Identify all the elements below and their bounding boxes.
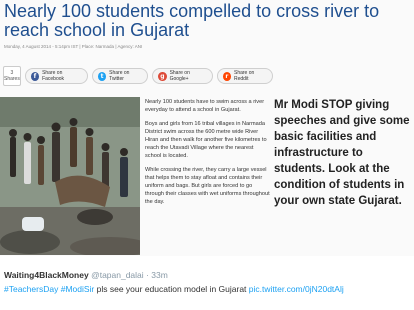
hashtag-teachersday[interactable]: #TeachersDay xyxy=(4,284,58,294)
share-count: 3 Shares xyxy=(3,66,21,86)
photo-illustration xyxy=(0,97,140,255)
hashtag-modisir[interactable]: #ModiSir xyxy=(61,284,95,294)
tweet-text: #TeachersDay #ModiSir pls see your educa… xyxy=(4,284,344,294)
google-plus-icon: g xyxy=(158,71,167,81)
tweet-header: Waiting4BlackMoney @tapan_dalai · 33m xyxy=(4,270,168,280)
overlay-caption: Mr Modi STOP giving speeches and give so… xyxy=(274,99,410,207)
tweet-author-name[interactable]: Waiting4BlackMoney xyxy=(4,270,89,280)
tweet-body: pls see your education model in Gujarat xyxy=(94,284,249,294)
facebook-share-button[interactable]: f Share on Facebook xyxy=(24,68,88,84)
twitter-share-button[interactable]: t Share on Twitter xyxy=(91,68,149,84)
google-plus-share-button[interactable]: g Share on Google+ xyxy=(152,68,213,84)
tweet-author-handle[interactable]: @tapan_dalai xyxy=(91,270,144,280)
article-paragraph: While crossing the river, they carry a l… xyxy=(145,167,270,205)
reddit-icon: r xyxy=(222,71,231,81)
article-body: Nearly 100 students have to swim across … xyxy=(145,98,270,212)
river-crossing-photo[interactable] xyxy=(0,97,140,255)
facebook-icon: f xyxy=(30,71,40,81)
reddit-share-button[interactable]: r Share on Reddit xyxy=(216,68,273,84)
article-paragraph: Boys and girls from 16 tribal villages i… xyxy=(145,121,267,159)
tweet-timestamp[interactable]: 33m xyxy=(151,270,168,280)
twitter-icon: t xyxy=(97,71,107,81)
tweet-photo-link[interactable]: pic.twitter.com/0jN20dtAlj xyxy=(249,284,344,294)
article-screenshot: Nearly 100 students compelled to cross r… xyxy=(0,0,414,256)
article-paragraph: Nearly 100 students have to swim across … xyxy=(145,99,265,113)
article-meta: Monday, 4 August 2014 - 5:14pm IST | Pla… xyxy=(4,44,143,49)
share-bar: 3 Shares f Share on Facebook t Share on … xyxy=(3,66,273,86)
article-headline[interactable]: Nearly 100 students compelled to cross r… xyxy=(4,2,384,40)
